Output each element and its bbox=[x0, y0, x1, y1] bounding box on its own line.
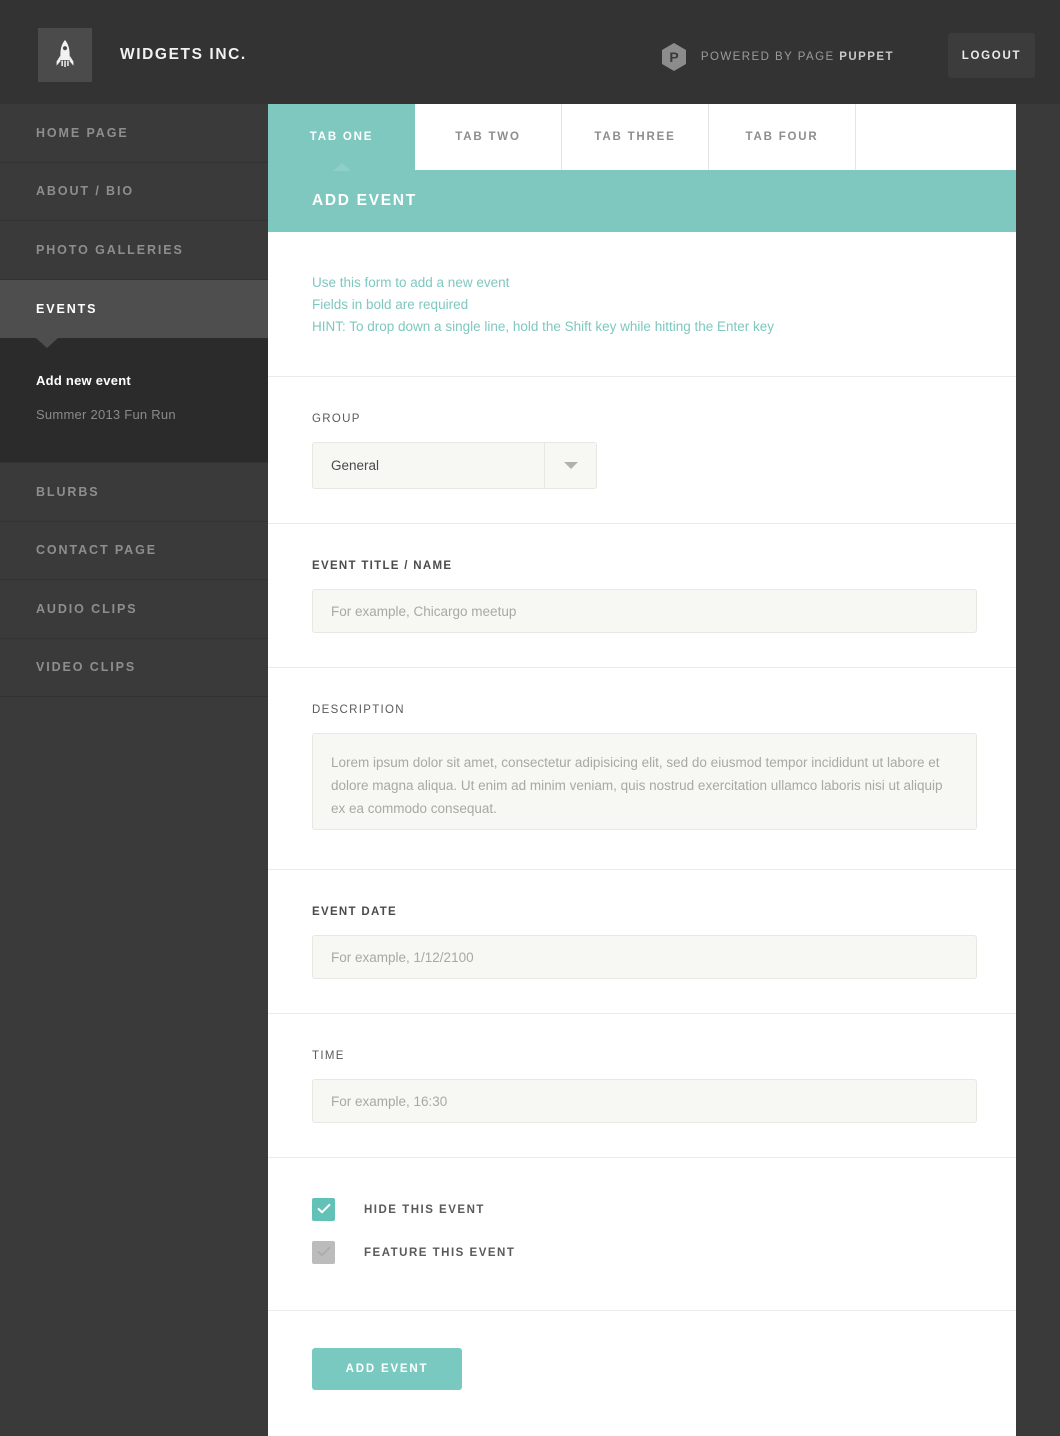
page-title: ADD EVENT bbox=[268, 170, 1016, 232]
checkbox-hide-this-event[interactable]: HIDE THIS EVENT bbox=[312, 1198, 972, 1221]
checkbox-group: HIDE THIS EVENT FEATURE THIS EVENT bbox=[268, 1158, 1016, 1311]
intro-line-3: HINT: To drop down a single line, hold t… bbox=[312, 319, 775, 334]
tab-bar: TAB ONE TAB TWO TAB THREE TAB FOUR bbox=[268, 104, 1016, 171]
event-date-input[interactable] bbox=[312, 935, 977, 979]
svg-text:P: P bbox=[669, 49, 678, 65]
field-row-group: GROUP General bbox=[268, 377, 1016, 524]
sidebar-subitem-add-new-event[interactable]: Add new event bbox=[0, 364, 270, 398]
check-icon bbox=[316, 1201, 331, 1219]
description-label: DESCRIPTION bbox=[312, 704, 405, 716]
sidebar-item-about-bio[interactable]: ABOUT / BIO bbox=[0, 162, 270, 221]
checkbox-hide-label: HIDE THIS EVENT bbox=[364, 1203, 485, 1216]
logo-box bbox=[38, 28, 92, 82]
sidebar-subitem-summer-fun-run[interactable]: Summer 2013 Fun Run bbox=[0, 398, 270, 432]
form-intro: Use this form to add a new event Fields … bbox=[268, 232, 1016, 377]
sidebar-item-events[interactable]: EVENTS bbox=[0, 279, 270, 338]
tab-four[interactable]: TAB FOUR bbox=[709, 104, 856, 170]
tab-three[interactable]: TAB THREE bbox=[562, 104, 709, 170]
checkbox-hide-box[interactable] bbox=[312, 1198, 335, 1221]
tab-two[interactable]: TAB TWO bbox=[415, 104, 562, 170]
sidebar-item-audio-clips[interactable]: AUDIO CLIPS bbox=[0, 580, 270, 639]
group-select-value: General bbox=[331, 458, 380, 473]
event-date-label: EVENT DATE bbox=[312, 906, 397, 918]
field-row-description: DESCRIPTION bbox=[268, 668, 1016, 870]
powered-by-badge[interactable]: P POWERED BY PAGE PUPPET bbox=[660, 42, 894, 72]
powered-by-text: POWERED BY PAGE PUPPET bbox=[701, 51, 894, 63]
logout-button[interactable]: LOGOUT bbox=[948, 33, 1035, 78]
sidebar-item-photo-galleries[interactable]: PHOTO GALLERIES bbox=[0, 221, 270, 280]
powered-brand: PUPPET bbox=[839, 51, 894, 63]
checkbox-feature-this-event[interactable]: FEATURE THIS EVENT bbox=[312, 1241, 972, 1264]
content-panel: TAB ONE TAB TWO TAB THREE TAB FOUR ADD E… bbox=[268, 104, 1016, 1436]
time-input[interactable] bbox=[312, 1079, 977, 1123]
event-title-label: EVENT TITLE / NAME bbox=[312, 560, 453, 572]
intro-line-2: Fields in bold are required bbox=[312, 297, 469, 312]
sidebar-submenu-events: Add new event Summer 2013 Fun Run bbox=[0, 338, 270, 463]
app-header: WIDGETS INC. P POWERED BY PAGE PUPPET LO… bbox=[0, 0, 1060, 104]
checkbox-feature-box[interactable] bbox=[312, 1241, 335, 1264]
field-row-event-title: EVENT TITLE / NAME bbox=[268, 524, 1016, 668]
time-label: TIME bbox=[312, 1050, 345, 1062]
tab-one[interactable]: TAB ONE bbox=[268, 104, 415, 171]
group-select[interactable]: General bbox=[312, 442, 597, 489]
submenu-notch-icon bbox=[36, 338, 58, 348]
hexagon-p-icon: P bbox=[660, 42, 688, 72]
checkbox-feature-label: FEATURE THIS EVENT bbox=[364, 1246, 516, 1259]
description-textarea[interactable] bbox=[312, 733, 977, 830]
tab-bar-filler bbox=[856, 104, 1016, 170]
check-icon bbox=[316, 1244, 331, 1262]
chevron-down-icon bbox=[563, 462, 578, 469]
submit-area: ADD EVENT bbox=[268, 1311, 1016, 1436]
brand: WIDGETS INC. bbox=[38, 28, 247, 82]
field-row-time: TIME bbox=[268, 1014, 1016, 1158]
group-select-arrow[interactable] bbox=[544, 443, 596, 488]
rocket-icon bbox=[54, 39, 76, 71]
intro-line-1: Use this form to add a new event bbox=[312, 275, 510, 290]
powered-prefix: POWERED BY PAGE bbox=[700, 51, 840, 63]
group-label: GROUP bbox=[312, 413, 361, 425]
sidebar-item-contact-page[interactable]: CONTACT PAGE bbox=[0, 521, 270, 580]
sidebar-item-home-page[interactable]: HOME PAGE bbox=[0, 104, 270, 163]
event-title-input[interactable] bbox=[312, 589, 977, 633]
brand-name: WIDGETS INC. bbox=[120, 46, 247, 63]
field-row-event-date: EVENT DATE bbox=[268, 870, 1016, 1014]
add-event-button[interactable]: ADD EVENT bbox=[312, 1348, 462, 1390]
sidebar-item-video-clips[interactable]: VIDEO CLIPS bbox=[0, 638, 270, 697]
sidebar-item-blurbs[interactable]: BLURBS bbox=[0, 463, 270, 522]
sidebar-nav: HOME PAGE ABOUT / BIO PHOTO GALLERIES EV… bbox=[0, 104, 270, 697]
